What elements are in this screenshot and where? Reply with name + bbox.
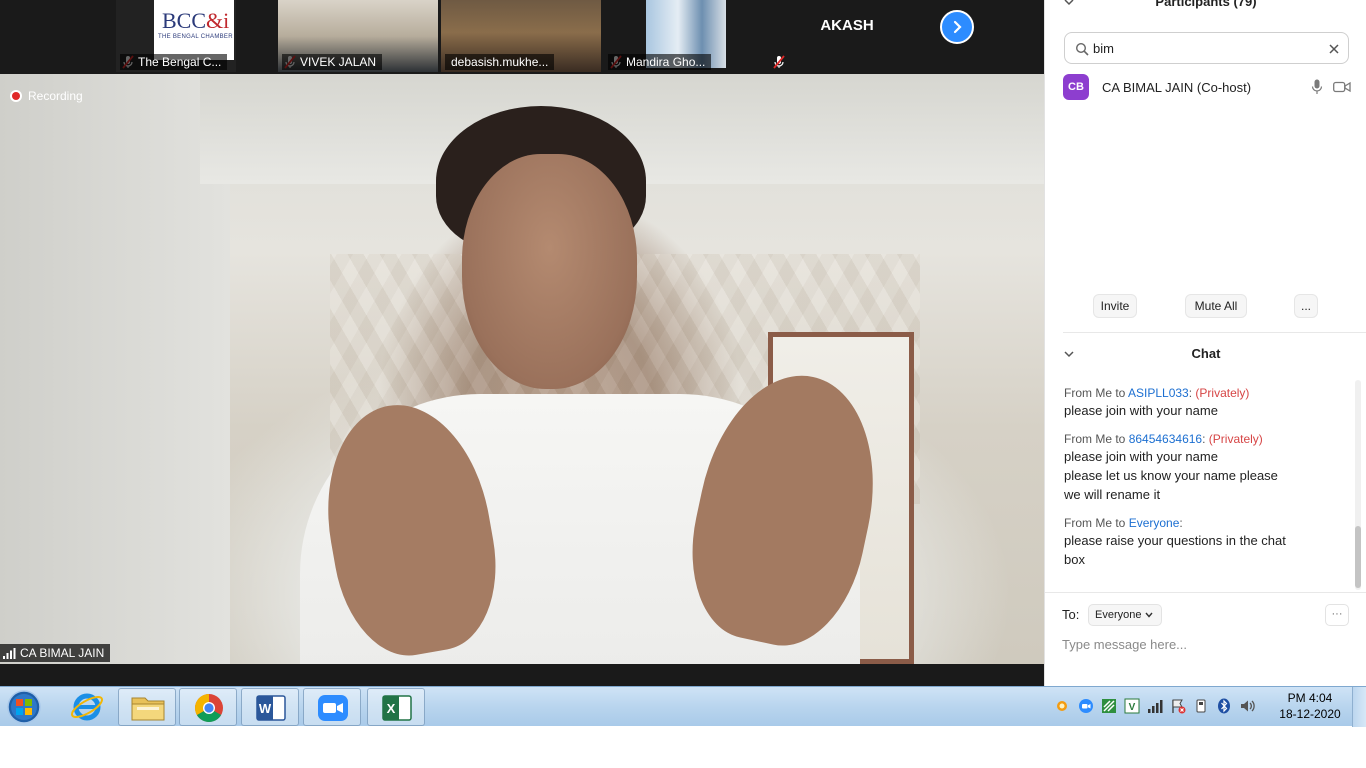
participant-search-input[interactable] [1093,38,1323,58]
chat-header: Chat [1045,346,1366,364]
recipient-dropdown[interactable]: Everyone [1088,604,1162,626]
svg-text:W: W [259,701,272,716]
scrollbar-thumb[interactable] [1355,526,1361,588]
chat-title: Chat [1191,346,1221,361]
zoom-tray-icon[interactable] [1078,698,1094,714]
side-panel: Participants (79) CB CA BIMAL JAIN (Co-h… [1044,0,1366,686]
recipient-link[interactable]: ASIPLL033 [1128,386,1189,400]
private-tag: (Privately) [1195,386,1250,400]
svg-text:V: V [1129,702,1136,713]
chevron-down-icon [1145,612,1153,618]
show-desktop-button[interactable] [1352,687,1366,727]
chat-more-button[interactable]: ··· [1325,604,1349,626]
message-text: box [1064,552,1085,567]
thumbnail-akash[interactable]: AKASH [767,0,927,72]
message-text: please join with your name [1064,403,1218,418]
system-tray: V [1050,687,1270,727]
zoom-taskbar-button[interactable] [303,688,361,726]
word-taskbar-button[interactable]: W [241,688,299,726]
message-text: please let us know your name please [1064,468,1278,483]
clock-date: 18-12-2020 [1279,707,1341,721]
chat-message: From Me to ASIPLL033: (Privately) please… [1064,386,1354,420]
chat-message-input[interactable] [1062,634,1352,654]
usb-device-icon[interactable] [1193,698,1209,714]
participants-header: Participants (79) [1045,0,1366,12]
chat-message-list: From Me to ASIPLL033: (Privately) please… [1064,386,1354,581]
action-center-flag-icon[interactable] [1170,698,1186,714]
folder-icon [131,697,165,721]
participants-title: Participants (79) [1155,0,1257,9]
participant-name: AKASH [820,17,874,34]
clock-time: PM 4:04 [1287,691,1333,705]
thumbnail-strip: BCC&i THE BENGAL CHAMBER The Bengal C...… [0,0,1044,74]
microsoft-excel-icon: X [382,695,412,721]
tray-sun-icon[interactable] [1054,698,1070,714]
divider [1063,332,1366,333]
windows-orb-icon [7,690,41,724]
recording-indicator: Recording [10,88,83,104]
chat-scrollbar[interactable] [1355,380,1361,590]
chat-message: From Me to Everyone: please raise your q… [1064,516,1354,569]
internet-explorer-taskbar-button[interactable] [58,688,116,726]
taskbar: W X V PM 4:04 18-12-2020 [0,686,1366,727]
invite-button[interactable]: Invite [1093,294,1137,318]
thumbnail-debasish[interactable]: debasish.mukhe... [441,0,601,72]
start-button[interactable] [2,688,46,726]
recording-icon [10,90,22,102]
chevron-right-icon [953,20,962,34]
volume-icon[interactable] [1239,698,1255,714]
participant-row[interactable]: CB CA BIMAL JAIN (Co-host) [1063,74,1353,100]
recipient-link[interactable]: Everyone [1129,516,1180,530]
bengal-chamber-logo: BCC&i THE BENGAL CHAMBER [154,0,234,60]
video-camera-icon[interactable] [1333,81,1351,93]
thumbnail-name-label: debasish.mukhe... [445,54,555,70]
taskbar-clock[interactable]: PM 4:04 18-12-2020 [1272,690,1348,722]
thumbnail-name-label: The Bengal C... [120,54,228,70]
avatar: CB [1063,74,1089,100]
to-label: To: [1062,607,1080,622]
active-speaker-video [0,74,1044,664]
muted-mic-icon [773,55,785,69]
zoom-icon [318,695,348,721]
thumbnail-vivek-jalan[interactable]: VIVEK JALAN [278,0,438,72]
internet-explorer-icon [70,693,104,721]
network-tray-icon[interactable] [1101,698,1117,714]
message-text: please raise your questions in the chat [1064,533,1286,548]
bluetooth-icon[interactable] [1216,698,1232,714]
microphone-icon[interactable] [1311,79,1323,95]
signal-strength-icon [3,648,16,659]
search-icon [1075,42,1089,56]
excel-taskbar-button[interactable]: X [367,688,425,726]
thumbnail-bengal-chamber[interactable]: BCC&i THE BENGAL CHAMBER The Bengal C... [116,0,236,72]
message-text: we will rename it [1064,487,1161,502]
recipient-link[interactable]: 86454634616 [1129,432,1202,446]
recipient-value: Everyone [1095,609,1142,621]
thumbnail-name-label: VIVEK JALAN [282,54,383,70]
message-text: please join with your name [1064,449,1218,464]
chrome-icon [195,694,223,722]
thumbnail-name-label: Mandira Gho... [608,54,712,70]
mute-all-button[interactable]: Mute All [1185,294,1247,318]
participant-name: CA BIMAL JAIN (Co-host) [1102,80,1252,95]
private-tag: (Privately) [1208,432,1263,446]
close-icon[interactable] [1327,42,1341,56]
svg-text:X: X [387,701,396,716]
active-speaker-name-tag: CA BIMAL JAIN [0,644,111,662]
microsoft-word-icon: W [256,695,286,721]
divider [1045,592,1366,593]
participant-search-box[interactable] [1064,32,1349,64]
recording-label: Recording [28,89,83,103]
next-page-button[interactable] [940,10,974,44]
vpn-tray-icon[interactable]: V [1124,698,1140,714]
thumbnail-mandira[interactable]: Mandira Gho... [604,0,764,72]
zoom-window: BCC&i THE BENGAL CHAMBER The Bengal C...… [0,0,1366,768]
speaker-name: CA BIMAL JAIN [20,646,105,660]
signal-tray-icon[interactable] [1147,698,1163,714]
more-options-button[interactable]: ... [1294,294,1318,318]
file-explorer-taskbar-button[interactable] [118,688,176,726]
chat-message: From Me to 86454634616: (Privately) plea… [1064,432,1354,504]
video-area: BCC&i THE BENGAL CHAMBER The Bengal C...… [0,0,1044,686]
chrome-taskbar-button[interactable] [179,688,237,726]
